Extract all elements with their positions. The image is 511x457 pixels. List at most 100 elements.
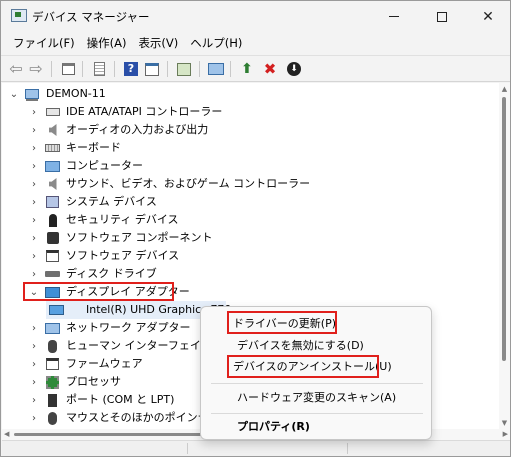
scroll-up-icon[interactable]: ▲	[501, 85, 508, 93]
vertical-scrollbar[interactable]: ▲ ▼	[499, 83, 510, 429]
disable-device-menu-item[interactable]: デバイスを無効にする(D)	[237, 338, 364, 354]
back-arrow-icon[interactable]: ⇦	[7, 60, 25, 78]
window-title: デバイス マネージャー	[32, 10, 150, 24]
tree-item-intel-graphics[interactable]: Intel(R) UHD Graphics 770	[46, 301, 231, 319]
scan-hardware-icon[interactable]	[207, 60, 225, 78]
puzzle-icon	[45, 231, 60, 245]
toolbar-separator	[230, 61, 231, 77]
uninstall-icon[interactable]: ✖	[261, 60, 279, 78]
port-icon	[45, 393, 60, 407]
processor-icon	[45, 375, 60, 389]
expand-icon[interactable]: ›	[28, 106, 40, 118]
tree-item-computer[interactable]: › コンピューター	[2, 157, 499, 175]
tree-item-security[interactable]: › セキュリティ デバイス	[2, 211, 499, 229]
expand-icon[interactable]: ›	[28, 358, 40, 370]
keyboard-icon	[45, 141, 60, 155]
scroll-down-icon[interactable]: ▼	[501, 419, 508, 427]
tree-item-label: ファームウェア	[66, 357, 143, 370]
tree-item-label: オーディオの入力および出力	[66, 123, 209, 136]
document-icon[interactable]	[90, 60, 108, 78]
tree-item-software-components[interactable]: › ソフトウェア コンポーネント	[2, 229, 499, 247]
tree-item-label: ネットワーク アダプター	[66, 321, 191, 334]
security-key-icon	[45, 213, 60, 227]
collapse-icon[interactable]: ⌄	[8, 88, 20, 100]
network-adapter-icon	[45, 321, 60, 335]
speaker-icon	[45, 177, 60, 191]
computer-icon	[45, 159, 60, 173]
tree-item-system[interactable]: › システム デバイス	[2, 193, 499, 211]
properties-icon[interactable]	[59, 60, 77, 78]
menu-help[interactable]: ヘルプ(H)	[184, 33, 248, 53]
firmware-icon	[45, 357, 60, 371]
expand-icon[interactable]: ›	[28, 376, 40, 388]
tree-item-label: キーボード	[66, 141, 121, 154]
tree-item-sound[interactable]: › サウンド、ビデオ、およびゲーム コントローラー	[2, 175, 499, 193]
menu-action[interactable]: 操作(A)	[81, 33, 133, 53]
scan-hardware-menu-item[interactable]: ハードウェア変更のスキャン(A)	[237, 390, 396, 406]
tree-item-keyboard[interactable]: › キーボード	[2, 139, 499, 157]
expand-icon[interactable]: ›	[28, 322, 40, 334]
tree-item-disk-drives[interactable]: › ディスク ドライブ	[2, 265, 499, 283]
toolbar-separator	[51, 61, 52, 77]
vertical-scroll-thumb[interactable]	[502, 97, 506, 361]
tree-item-software-devices[interactable]: › ソフトウェア デバイス	[2, 247, 499, 265]
display-adapters-highlight	[23, 282, 174, 301]
forward-arrow-icon[interactable]: ⇨	[27, 60, 45, 78]
uninstall-device-highlight	[227, 355, 379, 378]
show-hide-icon[interactable]	[143, 60, 161, 78]
refresh-icon[interactable]	[175, 60, 193, 78]
close-icon: ✕	[482, 8, 494, 25]
tree-item-label: システム デバイス	[66, 195, 157, 208]
tree-item-label: プロセッサ	[66, 375, 121, 388]
tree-item-label: サウンド、ビデオ、およびゲーム コントローラー	[66, 177, 311, 190]
maximize-button[interactable]	[419, 1, 465, 32]
expand-icon[interactable]: ›	[28, 160, 40, 172]
update-driver-icon[interactable]: ⬆	[238, 60, 256, 78]
context-menu: ドライバーの更新(P) デバイスを無効にする(D) デバイスのアンインストール(…	[200, 306, 432, 440]
close-button[interactable]: ✕	[465, 1, 511, 32]
minimize-button[interactable]	[371, 1, 417, 32]
tree-item-label: ソフトウェア コンポーネント	[66, 231, 213, 244]
software-device-icon	[45, 249, 60, 263]
status-bar	[2, 440, 510, 456]
expand-icon[interactable]: ›	[28, 394, 40, 406]
toolbar-separator	[82, 61, 83, 77]
expand-icon[interactable]: ›	[28, 142, 40, 154]
update-driver-highlight	[227, 311, 337, 334]
tree-root-label: DEMON-11	[46, 87, 106, 100]
tree-item-audio-io[interactable]: › オーディオの入力および出力	[2, 121, 499, 139]
expand-icon[interactable]: ›	[28, 178, 40, 190]
status-bar-divider	[347, 443, 348, 454]
tree-item-label: ディスク ドライブ	[66, 267, 157, 280]
expand-icon[interactable]: ›	[28, 196, 40, 208]
expand-icon[interactable]: ›	[28, 232, 40, 244]
tree-item-ide[interactable]: › IDE ATA/ATAPI コントローラー	[2, 103, 499, 121]
download-icon[interactable]: ⬇	[285, 60, 303, 78]
system-device-icon	[45, 195, 60, 209]
scroll-left-icon[interactable]: ◀	[4, 430, 9, 438]
speaker-icon	[45, 123, 60, 137]
menu-bar: ファイル(F) 操作(A) 表示(V) ヘルプ(H)	[1, 32, 510, 54]
toolbar-separator	[199, 61, 200, 77]
device-manager-window: デバイス マネージャー ✕ ファイル(F) 操作(A) 表示(V) ヘルプ(H)…	[0, 0, 511, 457]
expand-icon[interactable]: ›	[28, 124, 40, 136]
menu-file[interactable]: ファイル(F)	[7, 33, 81, 53]
menu-view[interactable]: 表示(V)	[132, 33, 184, 53]
hid-icon	[45, 339, 60, 353]
mouse-icon	[45, 411, 60, 425]
tree-item-label: コンピューター	[66, 159, 143, 172]
properties-menu-item[interactable]: プロパティ(R)	[237, 419, 310, 435]
title-bar: デバイス マネージャー ✕	[1, 1, 510, 32]
expand-icon[interactable]: ›	[28, 268, 40, 280]
expand-icon[interactable]: ›	[28, 214, 40, 226]
tree-root[interactable]: ⌄ DEMON-11	[2, 85, 499, 103]
toolbar-separator	[167, 61, 168, 77]
expand-icon[interactable]: ›	[28, 250, 40, 262]
expand-icon[interactable]: ›	[28, 340, 40, 352]
tree-item-label: IDE ATA/ATAPI コントローラー	[66, 105, 223, 118]
context-menu-separator	[211, 383, 423, 384]
status-bar-divider	[187, 443, 188, 454]
expand-icon[interactable]: ›	[28, 412, 40, 424]
scroll-right-icon[interactable]: ▶	[503, 430, 508, 438]
help-icon[interactable]: ?	[122, 60, 140, 78]
